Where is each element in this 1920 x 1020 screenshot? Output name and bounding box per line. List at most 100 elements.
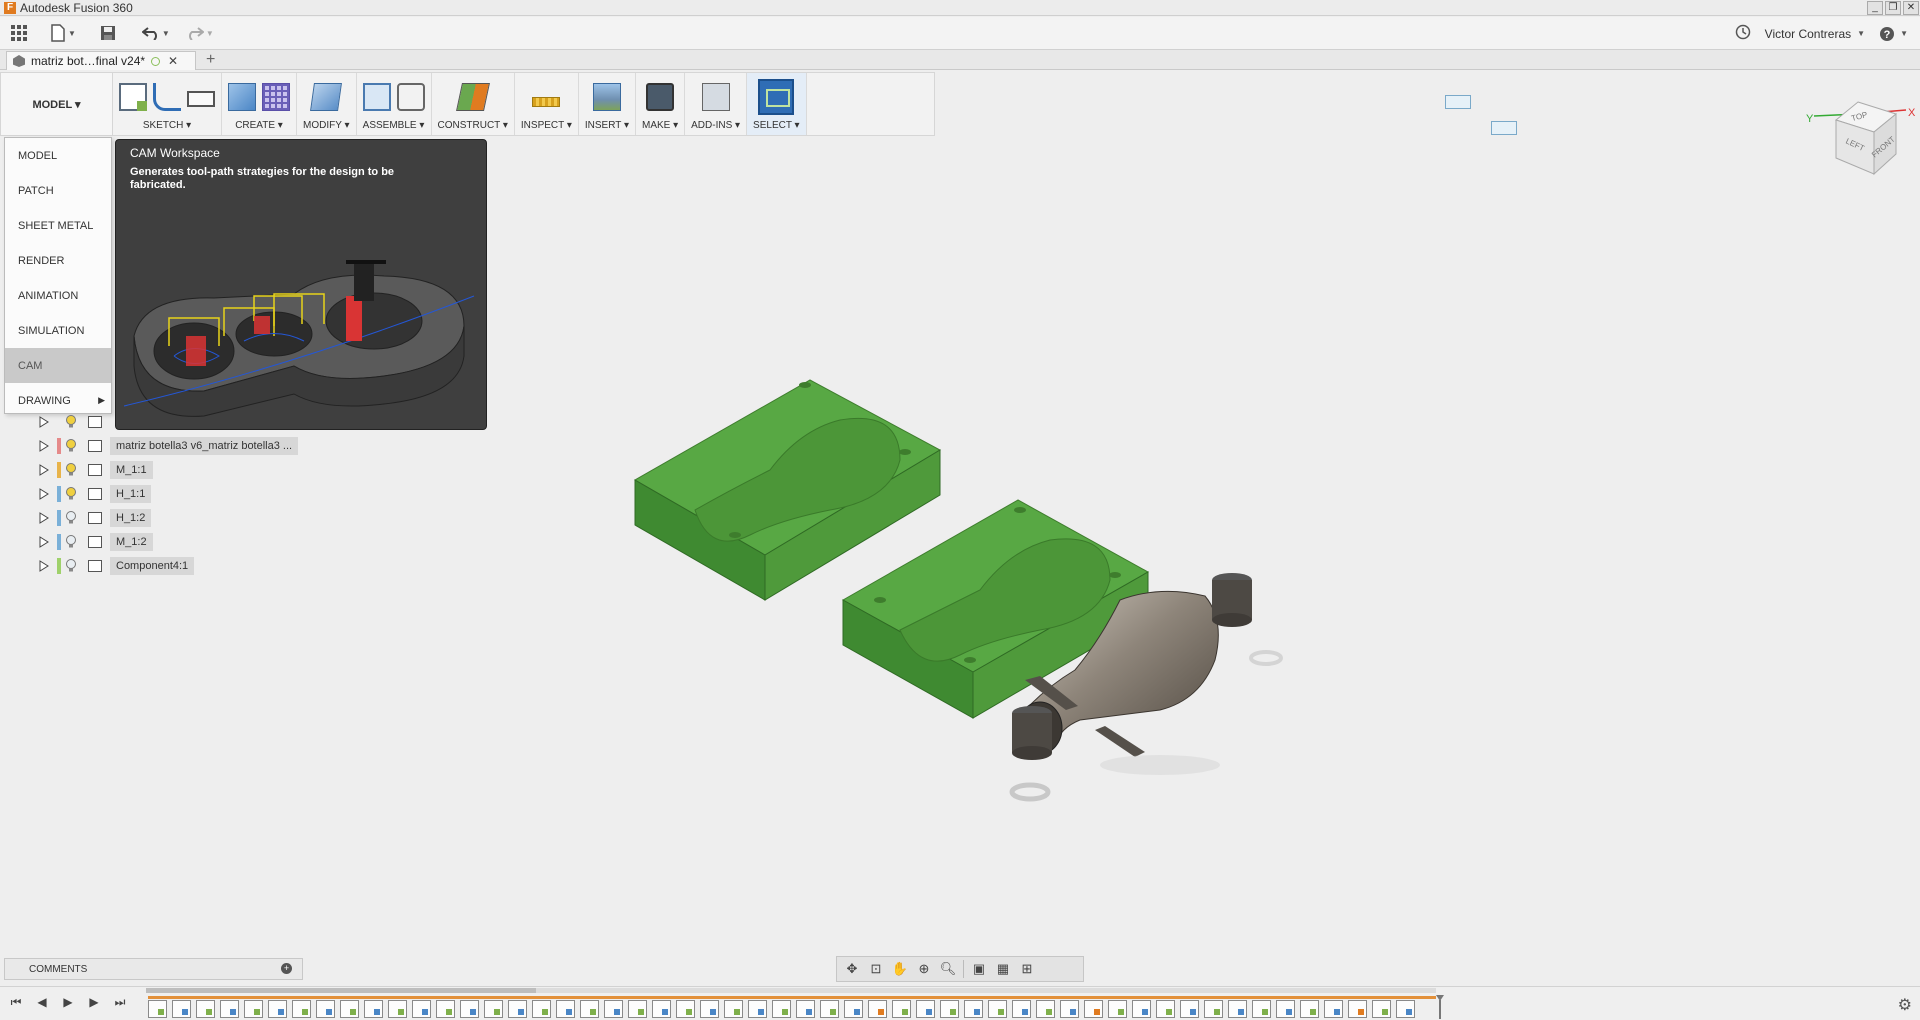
grid-settings-icon[interactable]: ▦ [994,961,1012,977]
timeline-feature-icon[interactable] [508,1000,527,1018]
orbit-move-icon[interactable]: ✥ [843,961,861,977]
expand-icon[interactable] [38,488,50,500]
rectangle-icon[interactable] [187,91,215,107]
timeline-feature-icon[interactable] [700,1000,719,1018]
line-icon[interactable] [153,83,181,111]
scripts-and-add-ins-icon[interactable] [701,83,730,111]
go-to-end-icon[interactable]: ⏭ [112,993,128,1011]
modify-group[interactable]: MODIFY ▾ [297,73,357,135]
look-at-icon[interactable]: ⊡ [867,961,885,977]
browser-row-label[interactable]: H_1:1 [110,485,152,503]
document-tab[interactable]: matriz bot…final v24* ✕ [6,51,196,70]
close-tab-icon[interactable]: ✕ [168,54,178,68]
browser-row[interactable]: M_1:2 [38,530,308,554]
visibility-bulb-icon[interactable] [64,463,78,477]
3d-print-icon[interactable] [646,83,675,111]
visibility-bulb-icon[interactable] [64,511,78,525]
browser-row-label[interactable]: matriz botella3 v6_matriz botella3 ... [110,437,299,455]
timeline-feature-icon[interactable] [1132,1000,1151,1018]
workspace-item-model[interactable]: MODEL [5,138,111,173]
timeline-feature-icon[interactable] [988,1000,1007,1018]
extrude-icon[interactable] [228,83,256,111]
workspace-item-simulation[interactable]: SIMULATION [5,313,111,348]
comments-panel[interactable]: COMMENTS + [4,958,303,980]
data-panel-grid-icon[interactable] [10,21,28,45]
workspace-switcher-button[interactable]: MODEL ▾ [1,73,113,135]
browser-row[interactable] [38,410,308,434]
timeline-feature-icon[interactable] [652,1000,671,1018]
timeline-settings-gear-icon[interactable]: ⚙ [1898,995,1912,1015]
timeline-feature-icon[interactable] [460,1000,479,1018]
timeline-feature-icon[interactable] [292,1000,311,1018]
step-back-icon[interactable]: ◀ [34,993,50,1011]
timeline-feature-icon[interactable] [1372,1000,1391,1018]
timeline-feature-icon[interactable] [796,1000,815,1018]
timeline-feature-icon[interactable] [604,1000,623,1018]
timeline-feature-icon[interactable] [964,1000,983,1018]
play-icon[interactable]: ▶ [60,993,76,1011]
create-sketch-icon[interactable] [119,83,147,111]
workspace-item-animation[interactable]: ANIMATION [5,278,111,313]
timeline-feature-icon[interactable] [868,1000,887,1018]
assemble-group[interactable]: ASSEMBLE ▾ [357,73,432,135]
timeline-feature-icon[interactable] [1324,1000,1343,1018]
help-menu-button[interactable]: ? ▼ [1879,26,1908,42]
offset-plane-icon[interactable] [455,83,490,111]
fit-zoom-icon[interactable]: 🔍︎ [939,961,957,977]
measure-icon[interactable] [532,96,561,107]
timeline-feature-icon[interactable] [1060,1000,1079,1018]
timeline-marker[interactable] [1436,995,1444,1019]
timeline-feature-icon[interactable] [940,1000,959,1018]
timeline-feature-icon[interactable] [1300,1000,1319,1018]
timeline-feature-icon[interactable] [484,1000,503,1018]
browser-row[interactable]: M_1:1 [38,458,308,482]
add-ins-group[interactable]: ADD-INS ▾ [685,73,748,135]
browser-row[interactable]: H_1:2 [38,506,308,530]
timeline-scrollbar[interactable] [146,988,1436,993]
workspace-item-sheet-metal[interactable]: SHEET METAL [5,208,111,243]
named-view-icon[interactable] [1445,95,1471,109]
timeline-feature-icon[interactable] [1228,1000,1247,1018]
timeline-feature-icon[interactable] [148,1000,167,1018]
timeline-feature-icon[interactable] [1108,1000,1127,1018]
timeline-feature-icon[interactable] [1156,1000,1175,1018]
timeline-feature-icon[interactable] [1012,1000,1031,1018]
construct-group[interactable]: CONSTRUCT ▾ [432,73,515,135]
browser-row-label[interactable]: M_1:1 [110,461,153,479]
visibility-bulb-icon[interactable] [64,535,78,549]
timeline-feature-icon[interactable] [556,1000,575,1018]
visibility-bulb-icon[interactable] [64,559,78,573]
named-view-icon[interactable] [1491,121,1517,135]
select-group[interactable]: SELECT ▾ [747,73,807,135]
visibility-bulb-icon[interactable] [64,439,78,453]
expand-icon[interactable] [38,512,50,524]
joint-icon[interactable] [396,83,425,111]
timeline-feature-icon[interactable] [1252,1000,1271,1018]
browser-row[interactable]: H_1:1 [38,482,308,506]
timeline-feature-icon[interactable] [364,1000,383,1018]
timeline-feature-icon[interactable] [1180,1000,1199,1018]
timeline-feature-icon[interactable] [316,1000,335,1018]
timeline-feature-icon[interactable] [580,1000,599,1018]
timeline-feature-icon[interactable] [844,1000,863,1018]
inspect-group[interactable]: INSPECT ▾ [515,73,579,135]
go-to-start-icon[interactable]: ⏮ [8,993,24,1011]
expand-icon[interactable] [38,464,50,476]
create-group[interactable]: CREATE ▾ [222,73,297,135]
timeline-feature-icon[interactable] [724,1000,743,1018]
expand-icon[interactable] [38,416,50,428]
timeline-feature-icon[interactable] [1036,1000,1055,1018]
viewcube[interactable]: X Y TOP LEFT FRONT [1800,92,1918,192]
attached-canvas-icon[interactable] [592,83,621,111]
browser-row-label[interactable]: H_1:2 [110,509,152,527]
zoom-icon[interactable]: ⊕ [915,961,933,977]
press-pull-icon[interactable] [310,83,343,111]
timeline-feature-icon[interactable] [820,1000,839,1018]
add-comment-icon[interactable]: + [281,963,292,974]
new-tab-button[interactable]: + [206,51,215,69]
timeline-feature-icon[interactable] [340,1000,359,1018]
3d-viewport[interactable] [600,360,1320,820]
timeline-feature-icon[interactable] [628,1000,647,1018]
timeline-feature-icon[interactable] [532,1000,551,1018]
save-button[interactable] [100,21,116,45]
